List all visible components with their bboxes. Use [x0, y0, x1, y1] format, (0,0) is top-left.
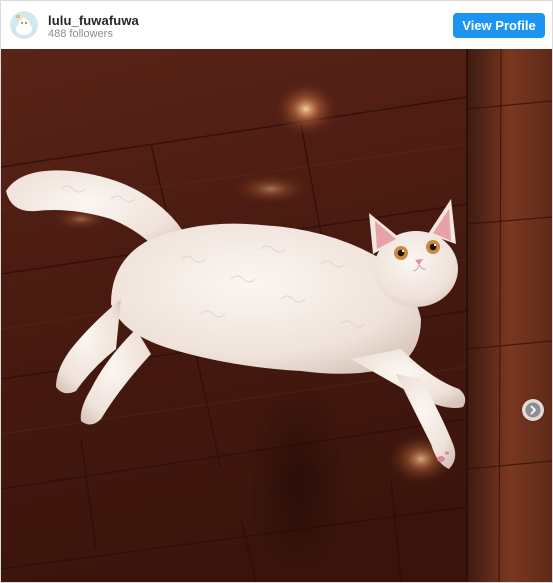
- next-slide-button[interactable]: [522, 399, 544, 421]
- view-profile-button[interactable]: View Profile: [453, 13, 545, 38]
- username-link[interactable]: lulu_fuwafuwa: [48, 13, 139, 28]
- post-header: lulu_fuwafuwa 488 followers View Profile: [1, 1, 552, 49]
- follower-count: 488 followers: [48, 28, 113, 40]
- cat-photo: [1, 49, 552, 582]
- post-image[interactable]: [1, 49, 552, 582]
- avatar[interactable]: [11, 12, 37, 38]
- embedded-post: lulu_fuwafuwa 488 followers View Profile: [0, 0, 553, 583]
- avatar-image: [11, 12, 37, 38]
- chevron-right-icon: [525, 402, 541, 418]
